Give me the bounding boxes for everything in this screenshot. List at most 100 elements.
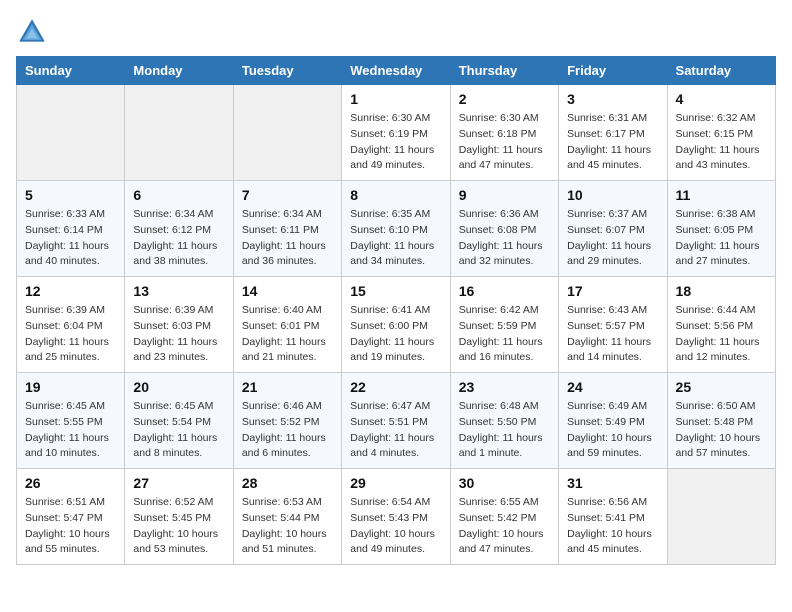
day-number: 18 xyxy=(676,283,767,299)
day-cell-23: 23 Sunrise: 6:48 AMSunset: 5:50 PMDayligh… xyxy=(450,373,558,469)
day-cell-4: 4 Sunrise: 6:32 AMSunset: 6:15 PMDaylight… xyxy=(667,85,775,181)
day-info: Sunrise: 6:34 AMSunset: 6:11 PMDaylight:… xyxy=(242,207,333,270)
day-number: 2 xyxy=(459,91,550,107)
day-cell-5: 5Sunrise: 6:33 AMSunset: 6:14 PMDaylight… xyxy=(17,181,125,277)
day-cell-9: 9 Sunrise: 6:36 AMSunset: 6:08 PMDaylight… xyxy=(450,181,558,277)
day-info: Sunrise: 6:43 AMSunset: 5:57 PMDaylight:… xyxy=(567,303,658,366)
day-number: 24 xyxy=(567,379,658,395)
page-header xyxy=(16,16,776,48)
day-number: 27 xyxy=(133,475,224,491)
day-cell-19: 19 Sunrise: 6:45 AMSunset: 5:55 PMDayligh… xyxy=(17,373,125,469)
day-cell-14: 14 Sunrise: 6:40 AMSunset: 6:01 PMDayligh… xyxy=(233,277,341,373)
day-info: Sunrise: 6:45 AMSunset: 5:54 PMDaylight:… xyxy=(133,399,224,462)
day-info: Sunrise: 6:46 AMSunset: 5:52 PMDaylight:… xyxy=(242,399,333,462)
day-cell-20: 20 Sunrise: 6:45 AMSunset: 5:54 PMDayligh… xyxy=(125,373,233,469)
day-info: Sunrise: 6:39 AMSunset: 6:04 PMDaylight:… xyxy=(25,303,116,366)
day-info: Sunrise: 6:32 AMSunset: 6:15 PMDaylight:… xyxy=(676,111,767,174)
day-info: Sunrise: 6:49 AMSunset: 5:49 PMDaylight:… xyxy=(567,399,658,462)
day-number: 1 xyxy=(350,91,441,107)
day-info: Sunrise: 6:45 AMSunset: 5:55 PMDaylight:… xyxy=(25,399,116,462)
week-row-2: 5Sunrise: 6:33 AMSunset: 6:14 PMDaylight… xyxy=(17,181,776,277)
calendar-table: SundayMondayTuesdayWednesdayThursdayFrid… xyxy=(16,56,776,565)
day-cell-1: 1 Sunrise: 6:30 AMSunset: 6:19 PMDaylight… xyxy=(342,85,450,181)
day-number: 25 xyxy=(676,379,767,395)
week-row-3: 12 Sunrise: 6:39 AMSunset: 6:04 PMDayligh… xyxy=(17,277,776,373)
day-cell-26: 26 Sunrise: 6:51 AMSunset: 5:47 PMDayligh… xyxy=(17,469,125,565)
header-day-monday: Monday xyxy=(125,57,233,85)
day-number: 26 xyxy=(25,475,116,491)
empty-cell xyxy=(125,85,233,181)
day-number: 12 xyxy=(25,283,116,299)
day-info: Sunrise: 6:56 AMSunset: 5:41 PMDaylight:… xyxy=(567,495,658,558)
day-info: Sunrise: 6:33 AMSunset: 6:14 PMDaylight:… xyxy=(25,207,116,270)
week-row-1: 1 Sunrise: 6:30 AMSunset: 6:19 PMDaylight… xyxy=(17,85,776,181)
day-number: 11 xyxy=(676,187,767,203)
day-info: Sunrise: 6:39 AMSunset: 6:03 PMDaylight:… xyxy=(133,303,224,366)
day-number: 15 xyxy=(350,283,441,299)
day-cell-10: 10 Sunrise: 6:37 AMSunset: 6:07 PMDayligh… xyxy=(559,181,667,277)
day-info: Sunrise: 6:47 AMSunset: 5:51 PMDaylight:… xyxy=(350,399,441,462)
day-cell-30: 30 Sunrise: 6:55 AMSunset: 5:42 PMDayligh… xyxy=(450,469,558,565)
day-number: 31 xyxy=(567,475,658,491)
day-cell-13: 13 Sunrise: 6:39 AMSunset: 6:03 PMDayligh… xyxy=(125,277,233,373)
day-info: Sunrise: 6:41 AMSunset: 6:00 PMDaylight:… xyxy=(350,303,441,366)
day-number: 20 xyxy=(133,379,224,395)
day-number: 23 xyxy=(459,379,550,395)
day-cell-6: 6Sunrise: 6:34 AMSunset: 6:12 PMDaylight… xyxy=(125,181,233,277)
day-number: 29 xyxy=(350,475,441,491)
day-info: Sunrise: 6:31 AMSunset: 6:17 PMDaylight:… xyxy=(567,111,658,174)
empty-cell xyxy=(667,469,775,565)
day-cell-25: 25 Sunrise: 6:50 AMSunset: 5:48 PMDayligh… xyxy=(667,373,775,469)
day-number: 9 xyxy=(459,187,550,203)
week-row-5: 26 Sunrise: 6:51 AMSunset: 5:47 PMDayligh… xyxy=(17,469,776,565)
header-day-thursday: Thursday xyxy=(450,57,558,85)
header-day-sunday: Sunday xyxy=(17,57,125,85)
header-day-saturday: Saturday xyxy=(667,57,775,85)
day-info: Sunrise: 6:55 AMSunset: 5:42 PMDaylight:… xyxy=(459,495,550,558)
day-cell-29: 29 Sunrise: 6:54 AMSunset: 5:43 PMDayligh… xyxy=(342,469,450,565)
day-info: Sunrise: 6:51 AMSunset: 5:47 PMDaylight:… xyxy=(25,495,116,558)
logo xyxy=(16,16,52,48)
day-info: Sunrise: 6:42 AMSunset: 5:59 PMDaylight:… xyxy=(459,303,550,366)
day-info: Sunrise: 6:35 AMSunset: 6:10 PMDaylight:… xyxy=(350,207,441,270)
day-number: 6 xyxy=(133,187,224,203)
day-cell-28: 28Sunrise: 6:53 AMSunset: 5:44 PMDayligh… xyxy=(233,469,341,565)
day-number: 4 xyxy=(676,91,767,107)
day-cell-8: 8 Sunrise: 6:35 AMSunset: 6:10 PMDaylight… xyxy=(342,181,450,277)
day-info: Sunrise: 6:50 AMSunset: 5:48 PMDaylight:… xyxy=(676,399,767,462)
day-number: 7 xyxy=(242,187,333,203)
day-info: Sunrise: 6:44 AMSunset: 5:56 PMDaylight:… xyxy=(676,303,767,366)
day-info: Sunrise: 6:48 AMSunset: 5:50 PMDaylight:… xyxy=(459,399,550,462)
day-number: 10 xyxy=(567,187,658,203)
day-cell-16: 16 Sunrise: 6:42 AMSunset: 5:59 PMDayligh… xyxy=(450,277,558,373)
day-info: Sunrise: 6:36 AMSunset: 6:08 PMDaylight:… xyxy=(459,207,550,270)
day-cell-11: 11Sunrise: 6:38 AMSunset: 6:05 PMDayligh… xyxy=(667,181,775,277)
day-cell-17: 17Sunrise: 6:43 AMSunset: 5:57 PMDayligh… xyxy=(559,277,667,373)
week-row-4: 19 Sunrise: 6:45 AMSunset: 5:55 PMDayligh… xyxy=(17,373,776,469)
day-cell-12: 12 Sunrise: 6:39 AMSunset: 6:04 PMDayligh… xyxy=(17,277,125,373)
empty-cell xyxy=(233,85,341,181)
day-cell-27: 27Sunrise: 6:52 AMSunset: 5:45 PMDayligh… xyxy=(125,469,233,565)
day-info: Sunrise: 6:30 AMSunset: 6:18 PMDaylight:… xyxy=(459,111,550,174)
day-cell-7: 7 Sunrise: 6:34 AMSunset: 6:11 PMDaylight… xyxy=(233,181,341,277)
header-row: SundayMondayTuesdayWednesdayThursdayFrid… xyxy=(17,57,776,85)
day-info: Sunrise: 6:30 AMSunset: 6:19 PMDaylight:… xyxy=(350,111,441,174)
day-info: Sunrise: 6:40 AMSunset: 6:01 PMDaylight:… xyxy=(242,303,333,366)
day-number: 16 xyxy=(459,283,550,299)
day-number: 8 xyxy=(350,187,441,203)
header-day-tuesday: Tuesday xyxy=(233,57,341,85)
day-info: Sunrise: 6:37 AMSunset: 6:07 PMDaylight:… xyxy=(567,207,658,270)
day-number: 14 xyxy=(242,283,333,299)
day-cell-24: 24 Sunrise: 6:49 AMSunset: 5:49 PMDayligh… xyxy=(559,373,667,469)
day-cell-21: 21Sunrise: 6:46 AMSunset: 5:52 PMDayligh… xyxy=(233,373,341,469)
day-cell-22: 22Sunrise: 6:47 AMSunset: 5:51 PMDayligh… xyxy=(342,373,450,469)
day-info: Sunrise: 6:53 AMSunset: 5:44 PMDaylight:… xyxy=(242,495,333,558)
header-day-wednesday: Wednesday xyxy=(342,57,450,85)
day-number: 13 xyxy=(133,283,224,299)
day-number: 19 xyxy=(25,379,116,395)
header-day-friday: Friday xyxy=(559,57,667,85)
day-cell-2: 2 Sunrise: 6:30 AMSunset: 6:18 PMDaylight… xyxy=(450,85,558,181)
day-info: Sunrise: 6:54 AMSunset: 5:43 PMDaylight:… xyxy=(350,495,441,558)
calendar-body: 1 Sunrise: 6:30 AMSunset: 6:19 PMDaylight… xyxy=(17,85,776,565)
day-number: 30 xyxy=(459,475,550,491)
